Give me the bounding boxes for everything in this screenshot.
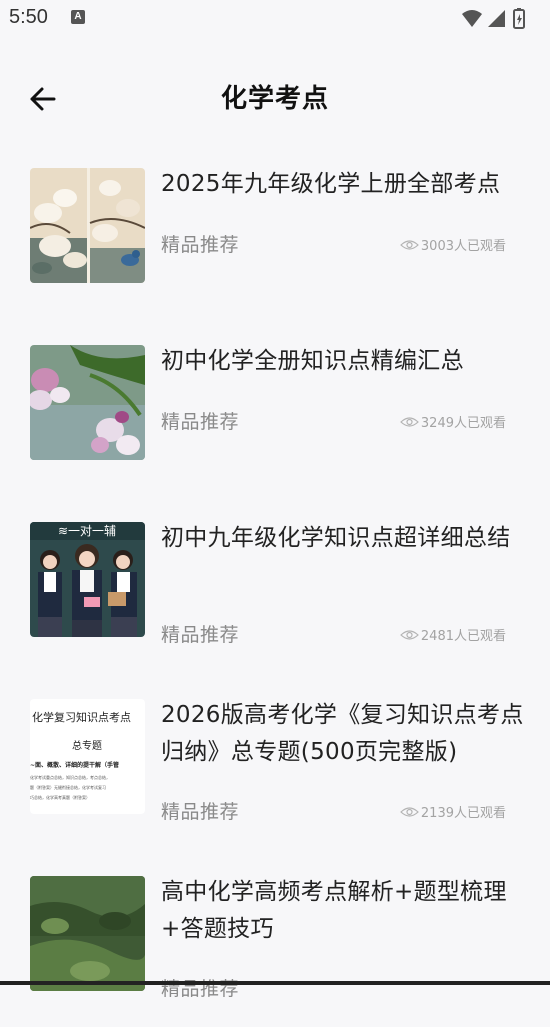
eye-icon [400, 806, 419, 817]
thumb-caption: ≋一对一辅 [58, 524, 116, 538]
thumb-line: 化学复习知识点考点 [32, 710, 131, 724]
students-tutoring-image: ≋一对一辅 [30, 522, 145, 637]
item-tag: 精品推荐 [161, 234, 240, 256]
status-indicators [458, 6, 538, 32]
item-title: 2026版高考化学《复习知识点考点归纳》总专题(500页完整版) [161, 702, 524, 765]
list-item[interactable]: 2025年九年级化学上册全部考点 精品推荐 3003人已观看 [0, 142, 550, 319]
item-views: 2139人已观看 [400, 802, 506, 821]
view-count: 2481人已观看 [420, 629, 506, 644]
view-count: 3249人已观看 [420, 416, 506, 431]
thumb-line: ~面、概散、详细的提干解（手管 [30, 761, 119, 769]
thumb-line: 化学考试重点总结，知识点总结，考点总结， [30, 774, 110, 780]
page-title: 化学考点 [220, 84, 329, 114]
item-title: 2025年九年级化学上册全部考点 [161, 171, 501, 197]
magnolia-bird-image [30, 168, 145, 283]
item-views: 2481人已观看 [400, 625, 506, 644]
header: 化学考点 [0, 58, 550, 142]
pink-flowers-image [30, 345, 145, 460]
thumbnail: ≋一对一辅 [30, 522, 145, 637]
view-count: 3003人已观看 [420, 239, 506, 254]
list-item[interactable]: 化学复习知识点考点 总专题 ~面、概散、详细的提干解（手管 化学考试重点总结，知… [0, 673, 550, 850]
document-preview-image: 化学复习知识点考点 总专题 ~面、概散、详细的提干解（手管 化学考试重点总结，知… [30, 699, 145, 814]
signal-icon [488, 10, 505, 27]
item-tag: 精品推荐 [161, 978, 240, 1000]
item-tag: 精品推荐 [161, 411, 240, 433]
eye-icon [400, 629, 419, 640]
status-bar: 5:50 A [0, 0, 550, 38]
thumb-line: 总专题 [72, 739, 102, 752]
item-title: 初中九年级化学知识点超详细总结 [161, 525, 511, 551]
item-tag: 精品推荐 [161, 624, 240, 646]
battery-icon [513, 8, 525, 29]
thumbnail [30, 168, 145, 283]
item-title: 高中化学高频考点解析+题型梳理+答题技巧 [161, 879, 507, 942]
item-views: 3003人已观看 [400, 235, 506, 254]
thumb-line: 题（附答案）无缝衔接总结，化学考试复习 [30, 784, 106, 790]
thumbnail [30, 876, 145, 991]
thumb-line: 巧总结，化学高考真题（附答案） [30, 794, 90, 800]
item-title: 初中化学全册知识点精编汇总 [161, 348, 464, 374]
eye-icon [400, 239, 419, 250]
list-item[interactable]: 高中化学高频考点解析+题型梳理+答题技巧 精品推荐 [0, 850, 550, 1027]
eye-icon [400, 416, 419, 427]
thumbnail: 化学复习知识点考点 总专题 ~面、概散、详细的提干解（手管 化学考试重点总结，知… [30, 699, 145, 814]
thumbnail [30, 345, 145, 460]
bottom-edge [0, 981, 550, 985]
notification-a-icon: A [71, 10, 85, 24]
forest-image [30, 876, 145, 991]
item-views: 3249人已观看 [400, 412, 506, 431]
view-count: 2139人已观看 [420, 806, 506, 821]
list-item[interactable]: ≋一对一辅 初中九年级化学知识点超详细总结 精品推荐 2481人已观看 [0, 496, 550, 673]
list-item[interactable]: 初中化学全册知识点精编汇总 精品推荐 3249人已观看 [0, 319, 550, 496]
status-time: 5:50 [9, 6, 48, 28]
item-tag: 精品推荐 [161, 801, 240, 823]
wifi-icon [462, 10, 482, 27]
